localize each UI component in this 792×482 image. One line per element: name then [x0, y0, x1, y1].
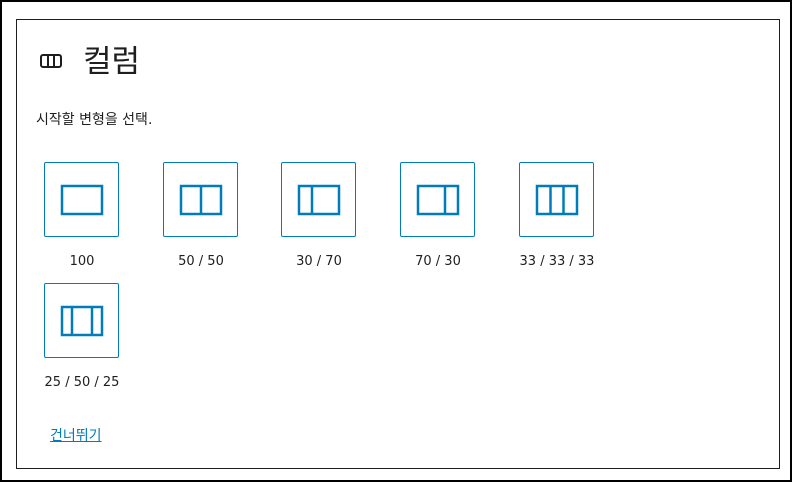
- columns-70-30-icon: [416, 184, 459, 215]
- variation-label: 100: [69, 254, 95, 269]
- columns-100-icon: [60, 184, 103, 215]
- columns-50-50-icon: [179, 184, 222, 215]
- instructions-text: 시작할 변형을 선택.: [36, 112, 153, 128]
- variation-70-30-button[interactable]: [400, 162, 475, 237]
- skip-link[interactable]: 건너뛰기: [50, 425, 102, 445]
- variation-33-33-33-button[interactable]: [519, 162, 594, 237]
- variation-25-50-25-button[interactable]: [44, 283, 119, 358]
- picker-header: 컬럼: [39, 44, 140, 80]
- variation-label: 30 / 70: [296, 254, 342, 269]
- window-frame: 컬럼 시작할 변형을 선택. 100 50 / 50 30 / 70 70 / …: [0, 0, 792, 482]
- block-variation-picker: 컬럼 시작할 변형을 선택. 100 50 / 50 30 / 70 70 / …: [16, 19, 780, 469]
- variation-item: 30 / 70: [281, 162, 357, 269]
- page-title: 컬럼: [83, 44, 141, 80]
- variation-50-50-button[interactable]: [163, 162, 238, 237]
- columns-33-33-33-icon: [535, 184, 578, 215]
- variation-item: 70 / 30: [400, 162, 476, 269]
- variation-label: 33 / 33 / 33: [519, 254, 595, 269]
- variation-item: 50 / 50: [163, 162, 239, 269]
- variation-100-button[interactable]: [44, 162, 119, 237]
- columns-30-70-icon: [297, 184, 340, 215]
- variation-item: 25 / 50 / 25: [44, 283, 120, 390]
- variation-label: 25 / 50 / 25: [44, 375, 120, 390]
- columns-25-50-25-icon: [60, 305, 103, 336]
- variation-30-70-button[interactable]: [281, 162, 356, 237]
- columns-icon: [39, 50, 63, 74]
- variation-label: 50 / 50: [178, 254, 224, 269]
- variation-item: 100: [44, 162, 120, 269]
- variation-label: 70 / 30: [415, 254, 461, 269]
- variation-item: 33 / 33 / 33: [519, 162, 595, 269]
